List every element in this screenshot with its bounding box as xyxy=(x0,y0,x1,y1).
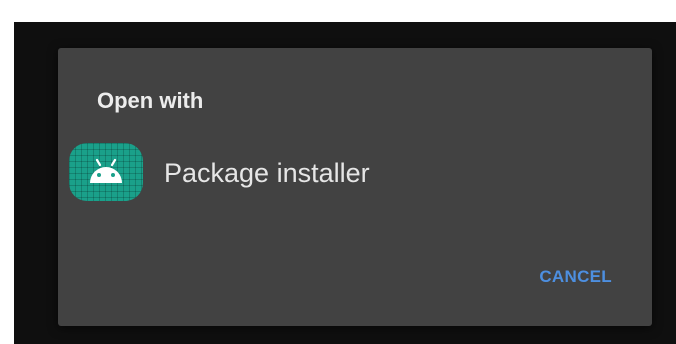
dialog-title: Open with xyxy=(97,88,204,113)
open-with-dialog: Open with Package installer CANCEL xyxy=(58,48,652,326)
cancel-button[interactable]: CANCEL xyxy=(539,267,612,287)
android-icon xyxy=(69,143,143,201)
app-option-package-installer[interactable]: Package installer xyxy=(58,134,652,208)
app-label: Package installer xyxy=(164,158,370,188)
